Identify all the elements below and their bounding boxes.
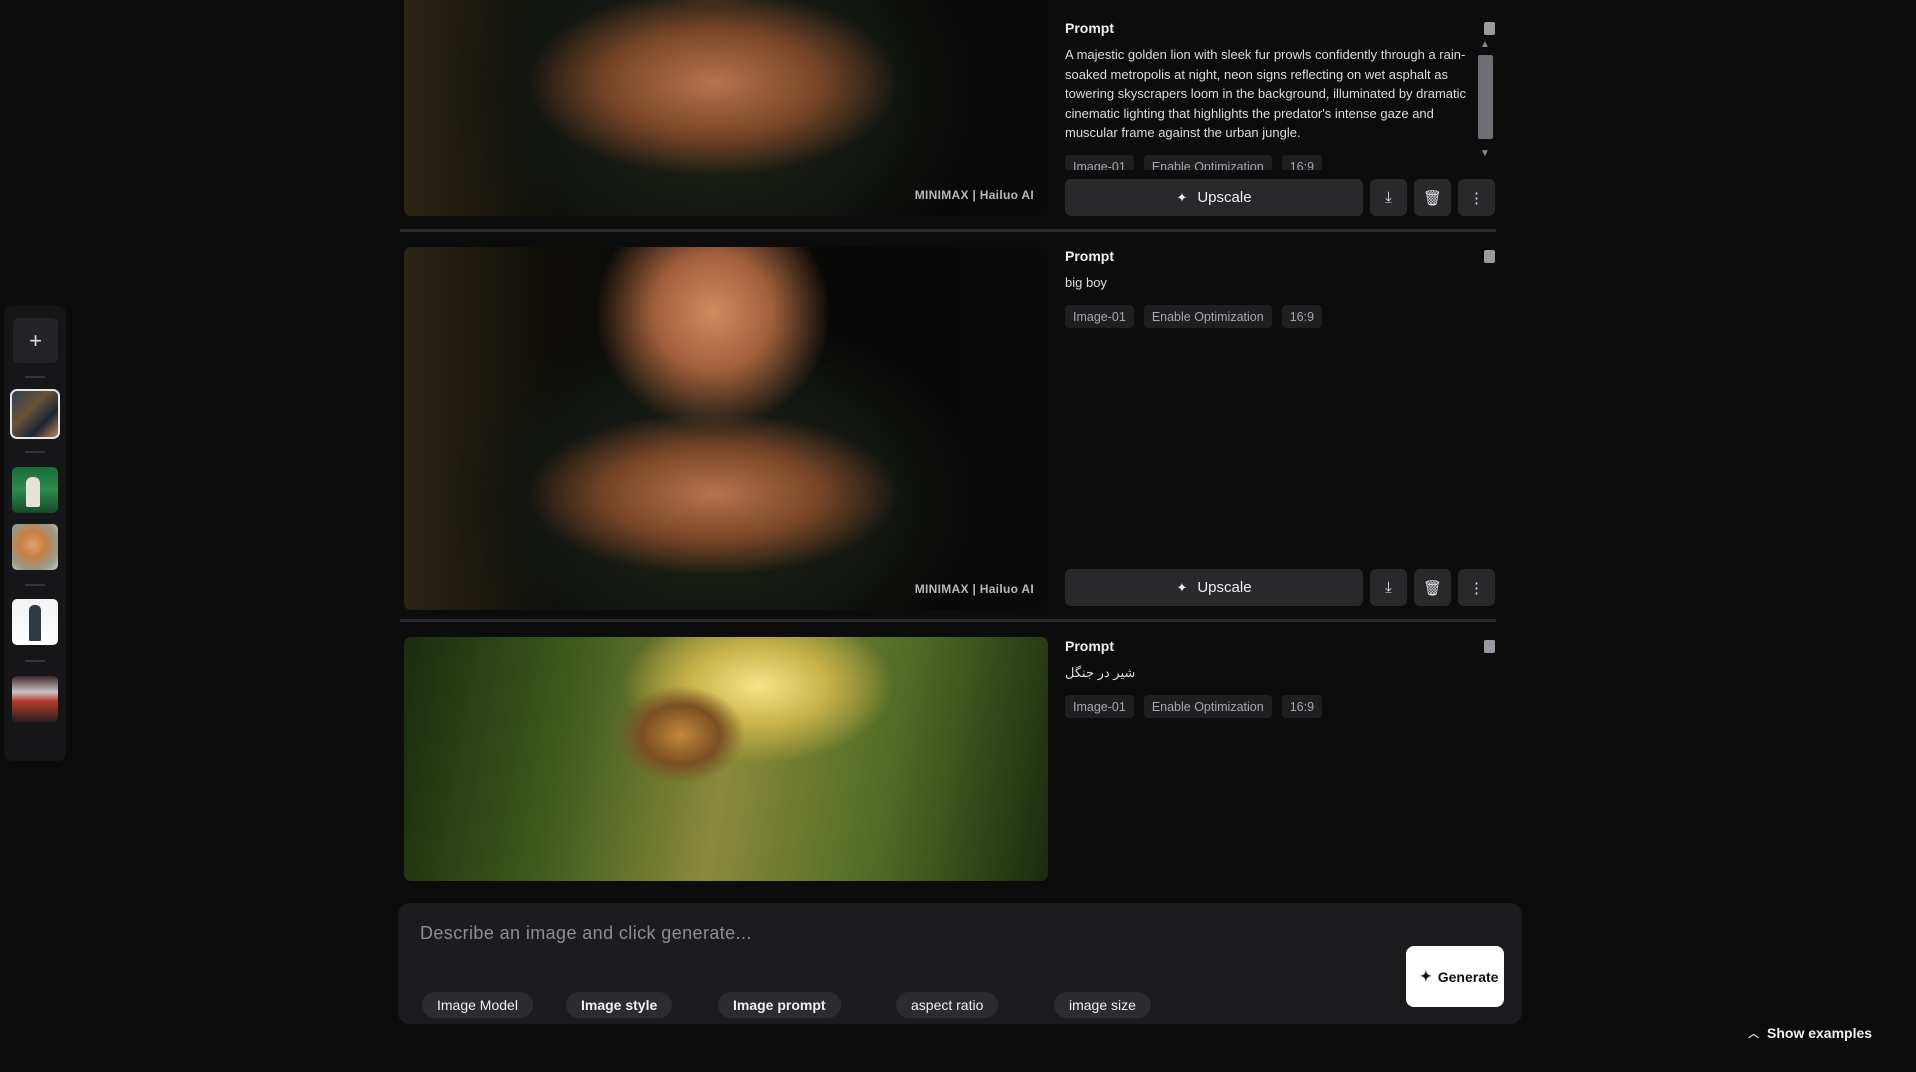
more-button[interactable]: ⋮: [1458, 569, 1495, 606]
generated-image[interactable]: MINIMAX | Hailuo AI: [404, 247, 1048, 610]
upscale-button[interactable]: ✦ Upscale: [1065, 569, 1363, 606]
action-bar: ✦ Upscale ⤓ 🗑 ⋮: [1065, 569, 1495, 606]
download-icon: ⤓: [1385, 579, 1392, 596]
rail-divider: [25, 660, 45, 662]
sparkle-icon: ✦: [1176, 579, 1188, 595]
aspect-ratio-chip[interactable]: aspect ratio: [896, 992, 999, 1018]
delete-button[interactable]: 🗑: [1414, 179, 1451, 216]
image-model-chip[interactable]: Image Model: [422, 992, 533, 1018]
session-thumbnail-2[interactable]: [12, 467, 58, 513]
generated-image[interactable]: [404, 637, 1048, 881]
show-examples-label: Show examples: [1767, 1025, 1873, 1041]
chevron-up-icon: ︿: [1748, 1028, 1759, 1040]
upscale-button[interactable]: ✦ Upscale: [1065, 179, 1363, 216]
new-session-button[interactable]: +: [13, 318, 58, 363]
rail-divider: [25, 451, 45, 453]
generate-label: Generate: [1437, 968, 1499, 985]
prompt-label: Prompt: [1065, 638, 1114, 654]
session-thumbnail-3[interactable]: [12, 524, 58, 570]
prompt-label: Prompt: [1065, 20, 1114, 36]
image-size-chip[interactable]: image size: [1054, 992, 1151, 1018]
more-vertical-icon: ⋮: [1469, 579, 1484, 597]
prompt-text: شیر در جنگل: [1065, 665, 1136, 680]
session-thumbnail-5[interactable]: [12, 676, 58, 722]
generated-image[interactable]: MINIMAX | Hailuo AI: [404, 0, 1048, 216]
session-thumbnail-1[interactable]: [10, 389, 60, 439]
trash-icon: 🗑: [1422, 189, 1443, 207]
more-vertical-icon: ⋮: [1469, 189, 1484, 207]
image-style-chip[interactable]: Image style: [566, 992, 673, 1018]
sparkles-icon: ✦: [1420, 968, 1432, 984]
scrollbar-thumb[interactable]: [1478, 55, 1493, 139]
tag-aspect-ratio: 16:9: [1281, 154, 1323, 170]
item-divider: [400, 619, 1496, 622]
chevron-down-icon[interactable]: ▼: [1480, 148, 1490, 159]
watermark: MINIMAX | Hailuo AI: [914, 188, 1034, 202]
generate-button[interactable]: ✦ Generate: [1406, 946, 1504, 1007]
sparkle-icon: ✦: [1176, 189, 1188, 205]
download-icon: ⤓: [1385, 189, 1392, 206]
session-thumbnail-4[interactable]: [12, 599, 58, 645]
copy-icon[interactable]: [1484, 22, 1495, 35]
download-button[interactable]: ⤓: [1370, 179, 1407, 216]
rail-divider: [25, 376, 45, 378]
action-bar: ✦ Upscale ⤓ 🗑 ⋮: [1065, 179, 1495, 216]
download-button[interactable]: ⤓: [1370, 569, 1407, 606]
tag-optimization: Enable Optimization: [1143, 304, 1272, 328]
tag-list: Image-01 Enable Optimization 16:9: [1065, 694, 1495, 718]
prompt-panel: Prompt A majestic golden lion with sleek…: [1065, 20, 1495, 170]
trash-icon: 🗑: [1422, 579, 1443, 597]
prompt-composer: Image Model Image style Image prompt asp…: [398, 903, 1522, 1024]
delete-button[interactable]: 🗑: [1414, 569, 1451, 606]
tag-optimization: Enable Optimization: [1143, 694, 1272, 718]
generation-feed: MINIMAX | Hailuo AI Prompt A majestic go…: [400, 0, 1512, 892]
session-rail: +: [4, 306, 66, 761]
tag-list: Image-01 Enable Optimization 16:9: [1065, 304, 1495, 328]
prompt-panel: Prompt big boy Image-01 Enable Optimizat…: [1065, 248, 1495, 328]
prompt-panel: Prompt شیر در جنگل Image-01 Enable Optim…: [1065, 638, 1495, 718]
prompt-input[interactable]: [418, 917, 1322, 949]
tag-aspect-ratio: 16:9: [1281, 304, 1323, 328]
copy-icon[interactable]: [1484, 250, 1495, 263]
show-examples-toggle[interactable]: ︿ Show examples: [1748, 1025, 1872, 1041]
tag-aspect-ratio: 16:9: [1281, 694, 1323, 718]
upscale-label: Upscale: [1197, 189, 1252, 206]
image-prompt-chip[interactable]: Image prompt: [718, 992, 841, 1018]
item-divider: [400, 229, 1496, 232]
upscale-label: Upscale: [1197, 579, 1252, 596]
prompt-scrollbar[interactable]: ▲ ▼: [1478, 39, 1493, 159]
prompt-label: Prompt: [1065, 248, 1114, 264]
watermark: MINIMAX | Hailuo AI: [914, 582, 1034, 596]
rail-divider: [25, 584, 45, 586]
tag-model: Image-01: [1065, 694, 1134, 718]
tag-list: Image-01 Enable Optimization 16:9: [1065, 154, 1495, 170]
prompt-text: A majestic golden lion with sleek fur pr…: [1065, 47, 1467, 140]
chevron-up-icon[interactable]: ▲: [1480, 39, 1490, 50]
more-button[interactable]: ⋮: [1458, 179, 1495, 216]
copy-icon[interactable]: [1484, 640, 1495, 653]
tag-model: Image-01: [1065, 154, 1134, 170]
tag-optimization: Enable Optimization: [1143, 154, 1272, 170]
tag-model: Image-01: [1065, 304, 1134, 328]
prompt-text: big boy: [1065, 275, 1107, 290]
